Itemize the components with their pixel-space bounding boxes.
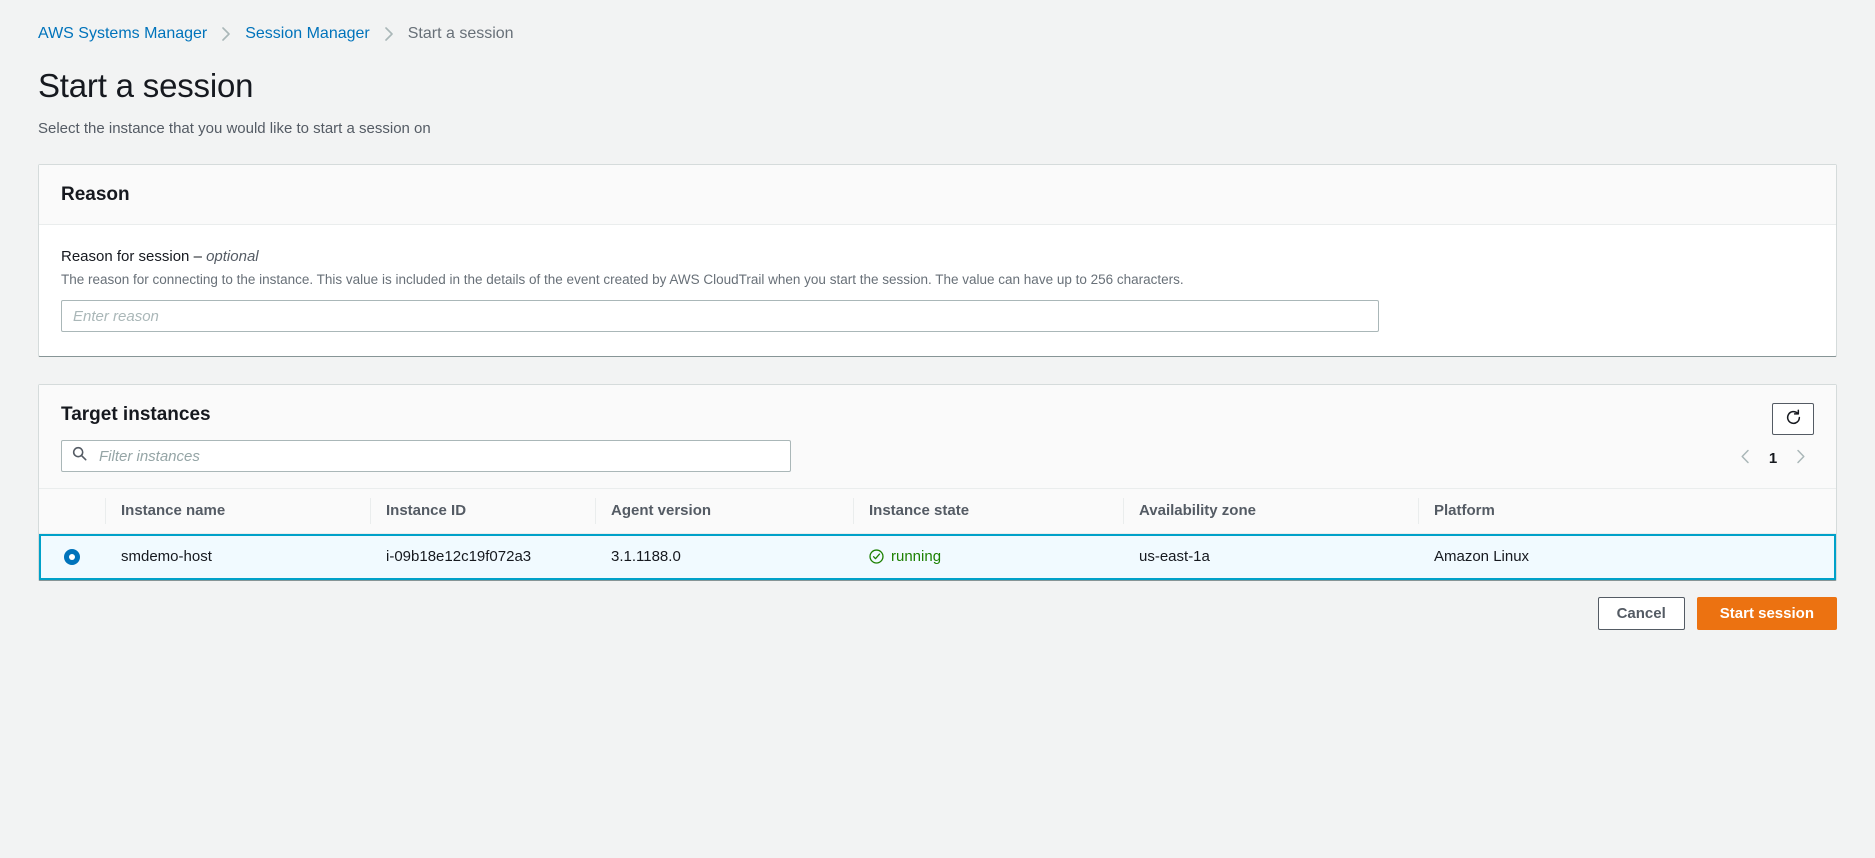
target-instances-title: Target instances (61, 404, 211, 425)
cell-platform: Amazon Linux (1418, 534, 1836, 581)
pagination-previous-button[interactable] (1730, 443, 1760, 473)
column-header-instance-name-label: Instance name (121, 502, 226, 519)
column-header-availability-zone-label: Availability zone (1139, 502, 1256, 519)
cell-instance-state-value: running (891, 548, 942, 566)
table-row[interactable]: smdemo-host i-09b18e12c19f072a3 3.1.1188… (39, 533, 1836, 581)
cell-agent-version: 3.1.1188.0 (595, 534, 853, 581)
column-header-agent-version-label: Agent version (611, 502, 712, 519)
chevron-right-icon-3 (1796, 449, 1806, 467)
column-header-instance-name: Instance name (105, 488, 370, 534)
check-circle-icon (869, 549, 884, 564)
start-session-button[interactable]: Start session (1696, 597, 1837, 631)
instances-table-header-row: Instance name Instance ID Agent version … (39, 488, 1836, 534)
instances-table: Instance name Instance ID Agent version … (39, 488, 1836, 581)
cell-instance-state: running (853, 534, 1123, 581)
chevron-left-icon (1740, 449, 1750, 467)
reason-card: Reason Reason for session – optional The… (38, 164, 1837, 357)
page-subtitle: Select the instance that you would like … (38, 120, 431, 137)
column-header-availability-zone: Availability zone (1123, 488, 1418, 534)
cell-instance-name: smdemo-host (105, 534, 370, 581)
cancel-button[interactable]: Cancel (1597, 597, 1685, 631)
reason-card-title: Reason (61, 184, 130, 205)
column-header-instance-id-label: Instance ID (386, 502, 467, 519)
cell-instance-id: i-09b18e12c19f072a3 (370, 534, 595, 581)
form-actions: Cancel Start session (0, 597, 1837, 631)
cell-platform-value: Amazon Linux (1434, 548, 1530, 566)
reason-card-header: Reason (39, 165, 1836, 225)
reason-field-label: Reason for session – optional (61, 247, 1814, 267)
reason-field-description: The reason for connecting to the instanc… (61, 272, 1184, 287)
instances-table-head: Instance name Instance ID Agent version … (39, 488, 1836, 534)
cell-availability-zone: us-east-1a (1123, 534, 1418, 581)
reason-field-label-text: Reason for session – (61, 248, 207, 265)
chevron-right-icon-2 (384, 27, 394, 41)
radio-button-selected[interactable] (64, 549, 80, 566)
reason-input[interactable] (61, 300, 1379, 332)
reason-card-body: Reason for session – optional The reason… (39, 225, 1836, 356)
refresh-button[interactable] (1772, 403, 1814, 435)
pagination-page-1[interactable]: 1 (1760, 450, 1786, 467)
cell-instance-name-value: smdemo-host (121, 548, 212, 566)
target-instances-header: Target instances Filter instances 1 (39, 385, 1836, 488)
chevron-right-icon (221, 27, 231, 41)
target-instances-card: Target instances Filter instances 1 Inst… (38, 384, 1837, 582)
filter-instances-wrapper (61, 440, 791, 472)
row-select-cell (39, 534, 105, 581)
column-header-agent-version: Agent version (595, 488, 853, 534)
reason-field-optional-text: optional (206, 248, 259, 265)
column-header-select (39, 488, 105, 534)
page-root: AWS Systems Manager Session Manager Star… (0, 0, 1875, 858)
breadcrumb-item-aws-systems-manager[interactable]: AWS Systems Manager (38, 24, 207, 44)
column-header-platform-label: Platform (1434, 502, 1495, 519)
instances-table-body: smdemo-host i-09b18e12c19f072a3 3.1.1188… (39, 533, 1836, 581)
pagination: 1 (1730, 443, 1816, 473)
refresh-icon (1785, 409, 1802, 429)
column-header-instance-id: Instance ID (370, 488, 595, 534)
breadcrumb: AWS Systems Manager Session Manager Star… (0, 0, 1875, 44)
status-badge: running (853, 548, 1123, 565)
filter-instances-input[interactable] (61, 440, 791, 472)
cell-agent-version-value: 3.1.1188.0 (611, 548, 681, 566)
column-header-platform: Platform (1418, 488, 1836, 534)
column-header-instance-state-label: Instance state (869, 502, 970, 519)
cell-instance-id-value: i-09b18e12c19f072a3 (386, 548, 532, 566)
breadcrumb-item-current: Start a session (407, 25, 514, 42)
pagination-next-button[interactable] (1786, 443, 1816, 473)
column-header-instance-state: Instance state (853, 488, 1123, 534)
page-title: Start a session (38, 67, 254, 104)
breadcrumb-item-session-manager[interactable]: Session Manager (245, 24, 370, 44)
cell-availability-zone-value: us-east-1a (1139, 548, 1210, 566)
